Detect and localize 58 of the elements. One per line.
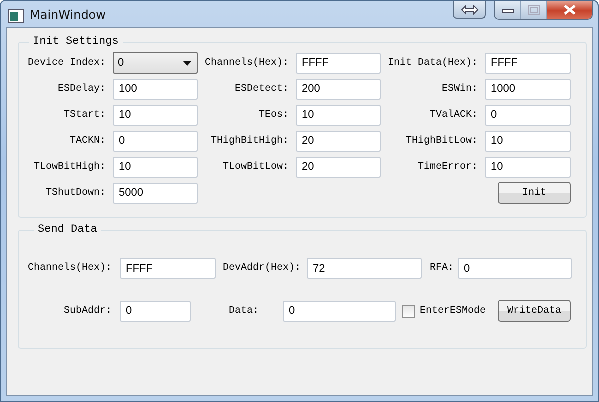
text-field[interactable]: 5000 bbox=[113, 182, 198, 204]
field-label: TShutDown: bbox=[44, 188, 106, 198]
double-arrow-icon bbox=[460, 4, 478, 14]
field-label: TLowBitHigh: bbox=[32, 162, 106, 172]
close-icon bbox=[564, 5, 576, 15]
text-field[interactable]: 200 bbox=[296, 78, 381, 100]
text-field[interactable]: 0 bbox=[283, 300, 396, 322]
dropdown-arrow-icon bbox=[183, 60, 192, 66]
text-field[interactable]: 10 bbox=[485, 156, 571, 178]
device-index-dropdown[interactable]: 0 bbox=[113, 52, 198, 74]
text-field[interactable]: 100 bbox=[113, 78, 198, 100]
maximize-icon bbox=[528, 5, 540, 15]
text-field[interactable]: 1000 bbox=[485, 78, 571, 100]
field-label: Device Index: bbox=[26, 58, 106, 68]
swap-button[interactable] bbox=[453, 1, 486, 19]
minimize-button[interactable] bbox=[495, 1, 521, 19]
text-field[interactable]: 10 bbox=[485, 130, 571, 152]
field-label: Channels(Hex): bbox=[28, 263, 112, 274]
field-label: THighBitLow: bbox=[404, 136, 478, 146]
field-label: SubAddr: bbox=[62, 306, 112, 316]
field-label: Channels(Hex): bbox=[205, 58, 289, 68]
text-field[interactable]: FFFF bbox=[485, 52, 571, 74]
field-label: TStart: bbox=[62, 110, 106, 120]
field-label: ESWin: bbox=[440, 84, 478, 94]
checkbox[interactable] bbox=[402, 304, 415, 318]
field-label: TValACK: bbox=[428, 110, 478, 120]
text-field[interactable]: 0 bbox=[485, 104, 571, 126]
window-icon bbox=[8, 9, 24, 23]
field-label: TEos: bbox=[258, 110, 289, 120]
text-field[interactable]: 0 bbox=[120, 300, 191, 322]
close-button[interactable] bbox=[547, 1, 592, 19]
field-label: ESDetect: bbox=[234, 84, 289, 94]
text-field[interactable]: 10 bbox=[113, 156, 198, 178]
field-label: DevAddr(Hex): bbox=[223, 263, 301, 274]
field-label: Init Data(Hex): bbox=[388, 58, 478, 68]
field-label: TACKN: bbox=[68, 136, 106, 146]
window-title: MainWindow bbox=[30, 8, 106, 22]
init-button[interactable]: Init bbox=[498, 182, 571, 204]
field-label: TimeError: bbox=[416, 162, 478, 172]
text-field[interactable]: 10 bbox=[113, 104, 198, 126]
text-field[interactable]: FFFF bbox=[120, 258, 216, 279]
text-field[interactable]: 0 bbox=[113, 130, 198, 152]
text-field[interactable]: 10 bbox=[296, 104, 381, 126]
field-label: Data: bbox=[229, 306, 260, 316]
field-label: ESDelay: bbox=[56, 84, 106, 94]
field-label: RFA: bbox=[430, 263, 454, 274]
checkbox-label[interactable]: EnterESMode bbox=[420, 306, 486, 316]
text-field[interactable]: 20 bbox=[296, 130, 381, 152]
text-field[interactable]: FFFF bbox=[296, 52, 381, 74]
text-field[interactable]: 72 bbox=[307, 258, 422, 279]
group-title: Init Settings bbox=[32, 36, 120, 48]
group-title: Send Data bbox=[37, 224, 98, 236]
minimize-icon bbox=[502, 7, 514, 13]
write-data-button[interactable]: WriteData bbox=[498, 300, 571, 322]
field-label: TLowBitLow: bbox=[222, 162, 289, 172]
text-field[interactable]: 20 bbox=[296, 156, 381, 178]
field-label: THighBitHigh: bbox=[210, 136, 289, 146]
text-field[interactable]: 0 bbox=[458, 258, 572, 279]
